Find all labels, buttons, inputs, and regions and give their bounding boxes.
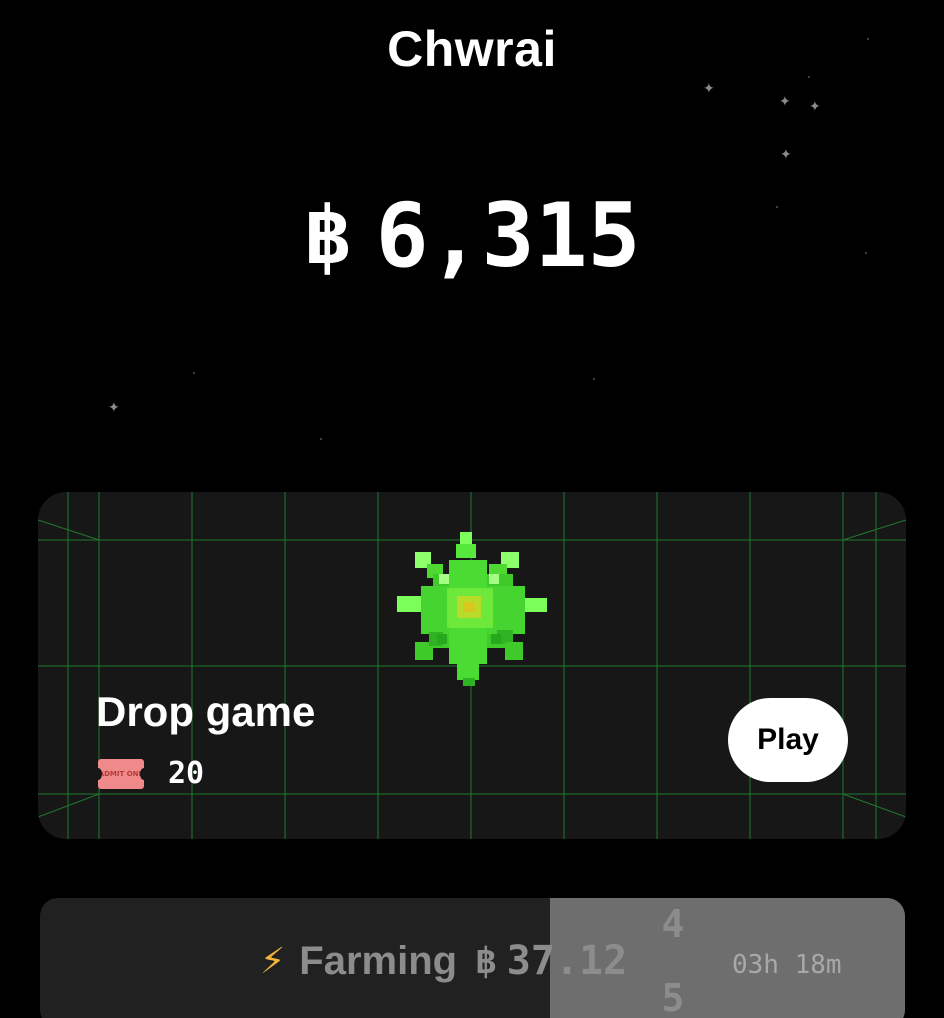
farming-button[interactable]: ⚡ Farming ฿ 37.12 4 5 03h 18m: [40, 898, 905, 1018]
drop-game-card[interactable]: Drop game ADMIT ONE 20 Play: [38, 492, 906, 839]
star-decoration: ✦: [779, 94, 791, 110]
farming-label: ⚡ Farming ฿ 37.12: [260, 938, 627, 984]
green-gem-sprite: [397, 532, 547, 686]
balance-display: ฿ 6,315: [0, 188, 944, 284]
game-title: Drop game: [96, 688, 316, 735]
rolling-digit-lower: 5: [661, 976, 685, 1018]
farming-timer: 03h 18m: [732, 950, 842, 980]
farming-text: Farming: [299, 938, 458, 983]
currency-symbol: ฿: [303, 189, 352, 282]
star-dot: [320, 438, 322, 440]
star-decoration: ✦: [703, 81, 715, 97]
ticket-counter: ADMIT ONE 20: [94, 756, 205, 791]
play-button[interactable]: Play: [728, 698, 848, 782]
user-name: Chwrai: [387, 21, 557, 77]
balance-amount: 6,315: [375, 184, 641, 287]
star-dot: [193, 372, 195, 374]
ticket-count: 20: [168, 756, 205, 791]
ticket-icon: ADMIT ONE: [94, 758, 148, 789]
lightning-icon: ⚡: [260, 940, 286, 982]
star-decoration: ✦: [780, 147, 792, 163]
star-dot: [593, 378, 595, 380]
farming-amount: 37.12: [506, 938, 628, 984]
star-decoration: ✦: [809, 99, 821, 115]
ticket-icon-text: ADMIT ONE: [98, 769, 144, 778]
rolling-digit-upper: 4: [661, 902, 685, 946]
star-decoration: ✦: [108, 400, 120, 416]
farming-currency-symbol: ฿: [475, 940, 497, 982]
